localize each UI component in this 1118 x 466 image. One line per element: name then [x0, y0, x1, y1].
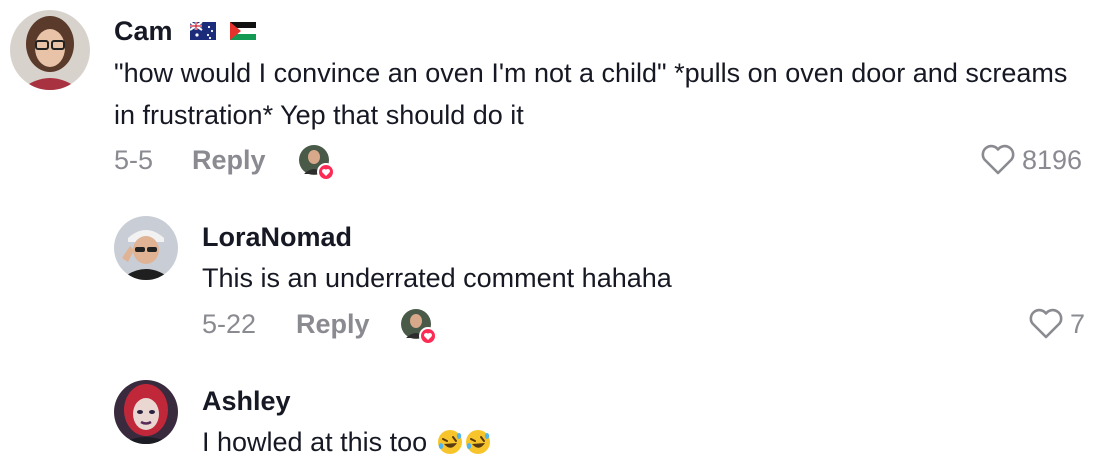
- palestine-flag-icon: [229, 21, 256, 40]
- reply-button[interactable]: Reply: [296, 309, 370, 340]
- like-button[interactable]: 8196: [980, 144, 1082, 176]
- comment-text: "how would I convince an oven I'm not a …: [114, 58, 1068, 130]
- australia-flag-icon: [190, 21, 217, 40]
- rolling-on-floor-laughing-emoji: [465, 430, 490, 454]
- like-count: 8196: [1022, 144, 1083, 175]
- creator-liked-badge: [298, 144, 336, 182]
- flags: [190, 14, 262, 45]
- avatar[interactable]: [10, 10, 90, 90]
- comment-date: 5-5: [114, 145, 154, 175]
- username[interactable]: LoraNomad: [202, 222, 352, 253]
- avatar[interactable]: [114, 380, 178, 444]
- username[interactable]: Cam: [114, 14, 262, 47]
- comment-text-content: I howled at this too: [202, 427, 428, 457]
- creator-liked-badge: [400, 308, 438, 346]
- like-count: 7: [1070, 308, 1086, 339]
- comment-text: I howled at this too: [202, 421, 1062, 463]
- heart-outline-icon: [1029, 308, 1063, 339]
- username[interactable]: Ashley: [202, 386, 291, 417]
- rolling-on-floor-laughing-emoji: [437, 430, 462, 454]
- comment-text: This is an underrated comment hahaha: [202, 263, 672, 293]
- like-button[interactable]: 7: [1028, 308, 1085, 340]
- heart-outline-icon: [981, 144, 1015, 175]
- comment-date: 5-22: [202, 309, 257, 339]
- reply-button[interactable]: Reply: [192, 145, 266, 176]
- avatar[interactable]: [114, 216, 178, 280]
